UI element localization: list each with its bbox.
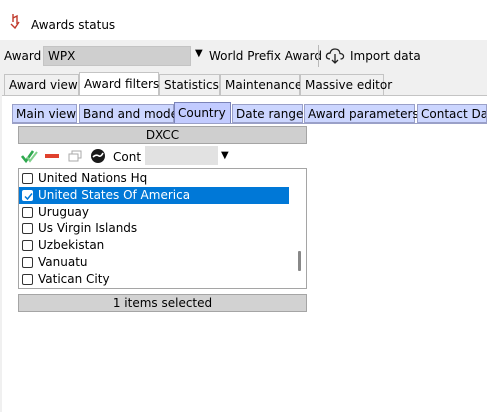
windows-icon[interactable] <box>68 148 82 164</box>
checkbox[interactable] <box>22 257 33 268</box>
award-select[interactable]: WPX <box>43 46 191 66</box>
list-scrollbar[interactable] <box>295 169 306 288</box>
subtab-contact-data[interactable]: Contact Dat <box>417 104 487 123</box>
subtab-main-view[interactable]: Main view <box>12 104 77 123</box>
tab-maintenance[interactable]: Maintenance <box>220 74 302 95</box>
award-dropdown-arrow-icon[interactable]: ▼ <box>195 48 203 59</box>
toolbar-separator <box>318 45 319 67</box>
subtab-award-parameters[interactable]: Award parameters <box>304 104 419 123</box>
list-item[interactable]: Uruguay <box>19 204 289 221</box>
award-name-label: World Prefix Award <box>209 49 322 63</box>
checkbox[interactable] <box>22 207 33 218</box>
checkbox[interactable] <box>22 173 33 184</box>
globe-icon[interactable] <box>90 148 106 164</box>
subtab-date-range[interactable]: Date range <box>232 104 303 123</box>
selection-status: 1 items selected <box>18 294 307 312</box>
subtab-band-and-mode[interactable]: Band and mode <box>79 104 178 123</box>
continent-label: Cont <box>113 150 142 164</box>
list-item[interactable]: United Nations Hq <box>19 170 289 187</box>
checkbox[interactable] <box>22 274 33 285</box>
title-bar: Awards status <box>0 0 487 40</box>
uncheck-all-icon[interactable] <box>45 148 59 164</box>
checkbox[interactable] <box>22 240 33 251</box>
list-item[interactable]: Uzbekistan <box>19 237 289 254</box>
cloud-download-icon[interactable] <box>325 46 345 66</box>
list-item[interactable]: Vanuatu <box>19 254 289 271</box>
subtab-country[interactable]: Country <box>174 102 231 124</box>
tab-statistics[interactable]: Statistics <box>159 74 220 95</box>
checkbox[interactable] <box>22 223 33 234</box>
window-title: Awards status <box>31 18 116 32</box>
tab-massive-editor[interactable]: Massive editor <box>300 74 392 95</box>
subtab-divider <box>12 123 487 124</box>
continent-select[interactable] <box>145 146 218 165</box>
import-data-button[interactable]: Import data <box>350 49 421 63</box>
scrollbar-thumb[interactable] <box>298 251 301 271</box>
list-item[interactable]: Us Virgin Islands <box>19 220 289 237</box>
list-item[interactable]: Vatican City <box>19 271 289 288</box>
dxcc-country-list[interactable]: United Nations Hq United States Of Ameri… <box>18 168 307 289</box>
check-all-icon[interactable] <box>21 148 38 164</box>
list-item[interactable]: United States Of America <box>19 187 289 204</box>
tab-award-filters[interactable]: Award filters <box>79 72 159 96</box>
tab-award-view[interactable]: Award view <box>4 74 79 95</box>
award-label: Award <box>4 49 42 63</box>
award-status-icon <box>10 14 20 29</box>
award-select-value: WPX <box>48 49 76 63</box>
dxcc-header: DXCC <box>18 126 307 144</box>
checkbox-checked[interactable] <box>22 190 33 201</box>
continent-dropdown-arrow-icon[interactable]: ▼ <box>221 150 229 161</box>
